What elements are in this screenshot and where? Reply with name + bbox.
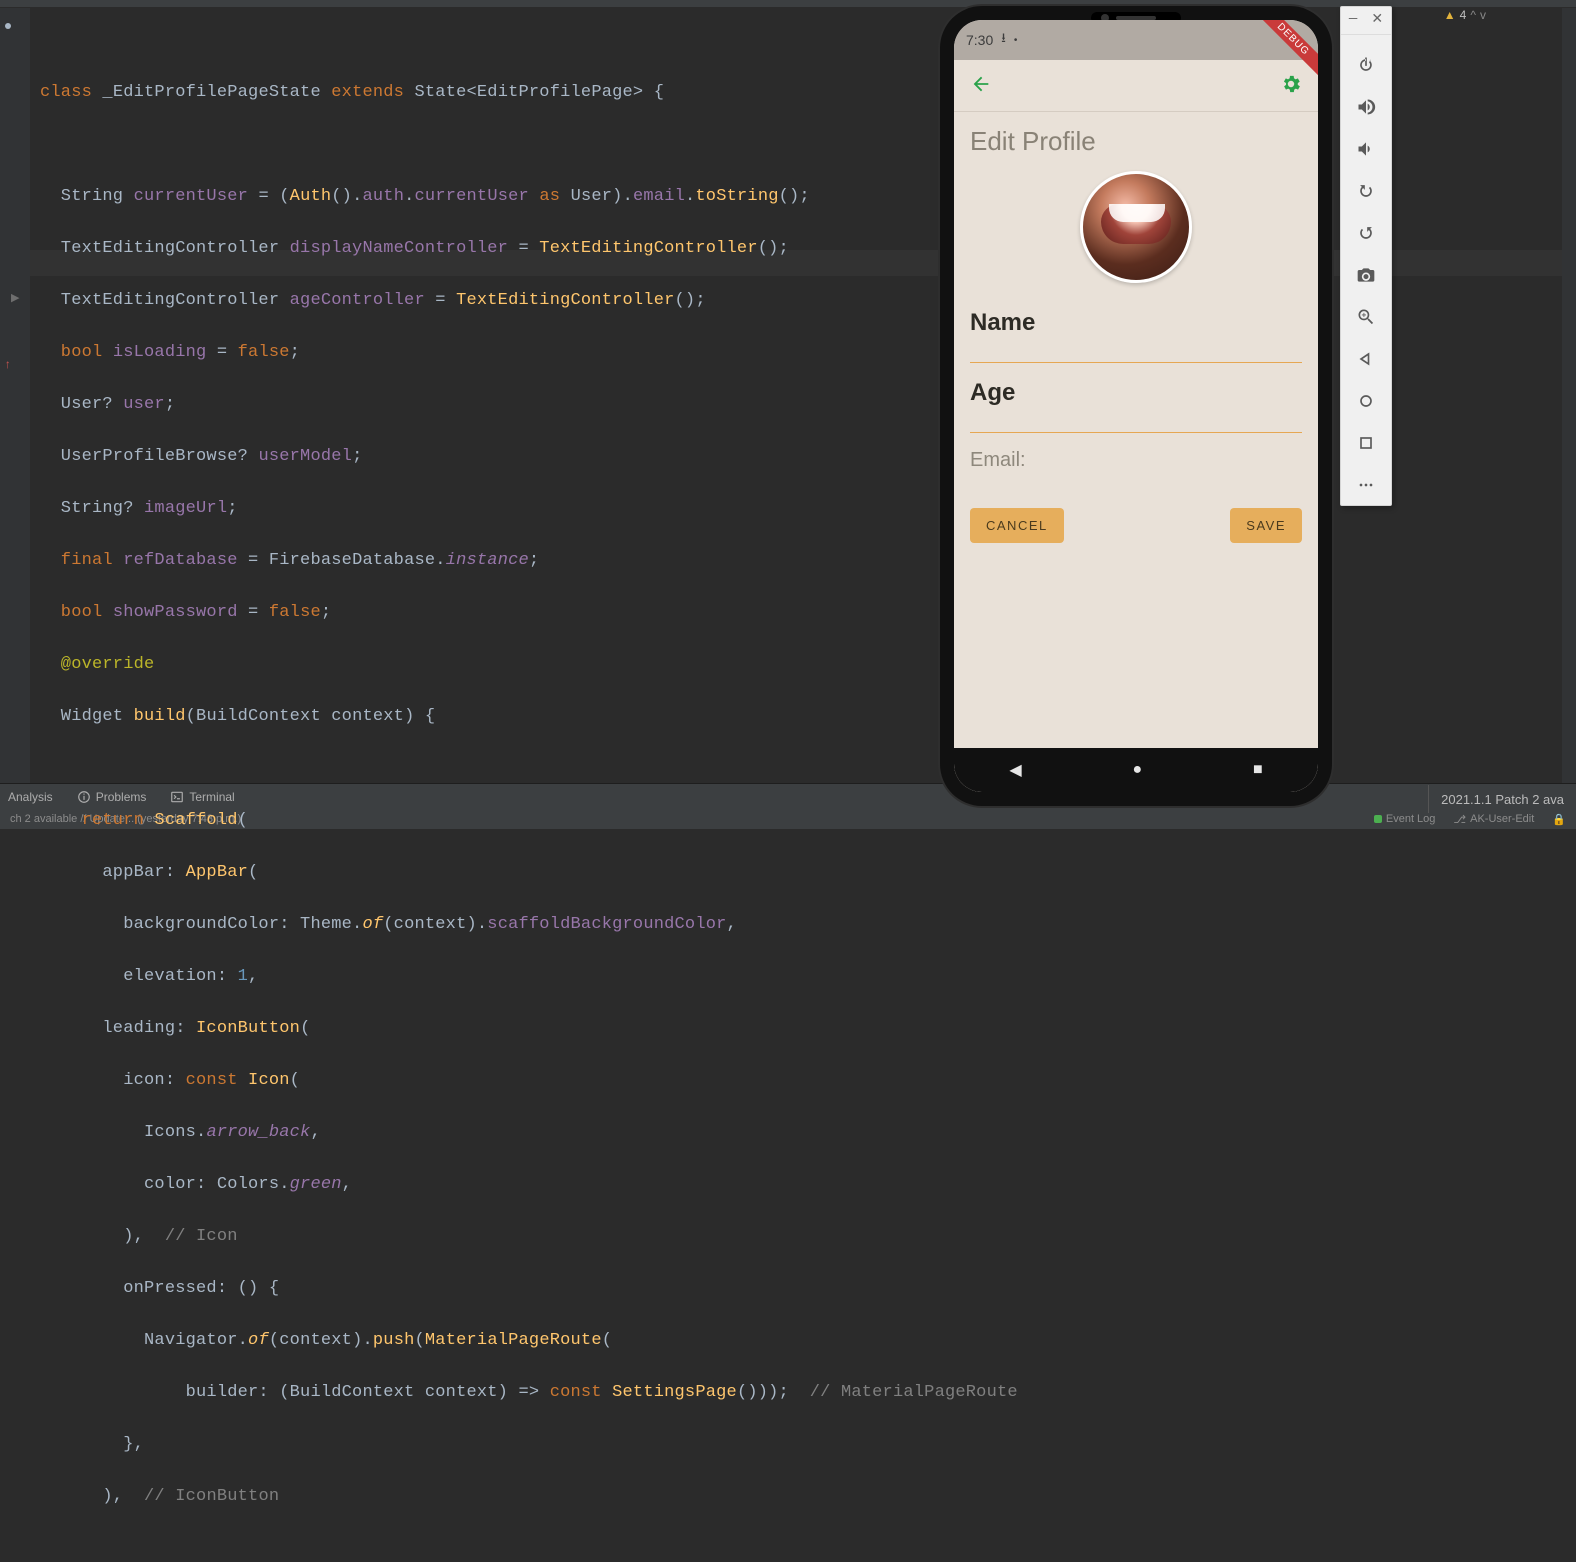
rotate-left-button[interactable] [1354,179,1378,203]
zoom-button[interactable] [1354,305,1378,329]
right-gutter [1562,8,1576,783]
phone-screen[interactable]: 7:30 ⭳ • DEBUG Edit Profile Name [954,20,1318,792]
rotate-right-button[interactable] [1354,221,1378,245]
cancel-button[interactable]: CANCEL [970,508,1064,543]
android-nav-bar: ◀ ● ■ [954,748,1318,792]
volume-up-button[interactable] [1354,95,1378,119]
camera-button[interactable] [1354,263,1378,287]
code-editor[interactable]: class _EditProfilePageState extends Stat… [30,8,1562,783]
gear-icon [1280,73,1302,95]
editor-gutter: ▶ ↑ [0,8,30,783]
back-button[interactable] [970,73,992,98]
age-field[interactable] [970,407,1302,433]
status-download-icon: ⭳ [1001,29,1006,51]
phone-time: 7:30 [966,32,993,48]
phone-status-bar: 7:30 ⭳ • [954,20,1318,60]
settings-button[interactable] [1280,73,1302,98]
nav-recent-icon[interactable]: ■ [1253,761,1263,779]
minimize-button[interactable]: — [1349,11,1357,28]
app-body: Edit Profile Name Age Email: CANCEL SAVE [954,112,1318,543]
name-label: Name [970,309,1302,337]
app-bar [954,60,1318,112]
status-dot-icon: • [1014,35,1018,46]
save-button[interactable]: SAVE [1230,508,1302,543]
lock-icon[interactable]: 🔒 [1552,813,1566,826]
avatar[interactable] [1080,171,1192,283]
update-notification[interactable]: 2021.1.1 Patch 2 ava [1428,785,1576,813]
nav-back-icon[interactable]: ◀ [1009,760,1021,780]
nav-home-icon[interactable]: ● [1132,761,1142,779]
close-button[interactable]: ✕ [1371,11,1383,28]
phone-frame: 7:30 ⭳ • DEBUG Edit Profile Name [940,6,1332,806]
email-label: Email: [970,449,1302,472]
name-field[interactable] [970,337,1302,363]
bookmark-icon[interactable]: ↑ [4,358,11,372]
age-label: Age [970,379,1302,407]
fold-arrow-icon[interactable]: ▶ [11,291,19,305]
more-button[interactable] [1354,473,1378,497]
page-title: Edit Profile [970,126,1302,157]
emu-back-button[interactable] [1354,347,1378,371]
emulator-toolbar: — ✕ [1340,6,1392,506]
emu-recent-button[interactable] [1354,431,1378,455]
volume-down-button[interactable] [1354,137,1378,161]
arrow-back-icon [970,73,992,95]
power-button[interactable] [1354,53,1378,77]
avatar-container [970,171,1302,283]
emulator: 7:30 ⭳ • DEBUG Edit Profile Name [940,6,1332,806]
emu-home-button[interactable] [1354,389,1378,413]
